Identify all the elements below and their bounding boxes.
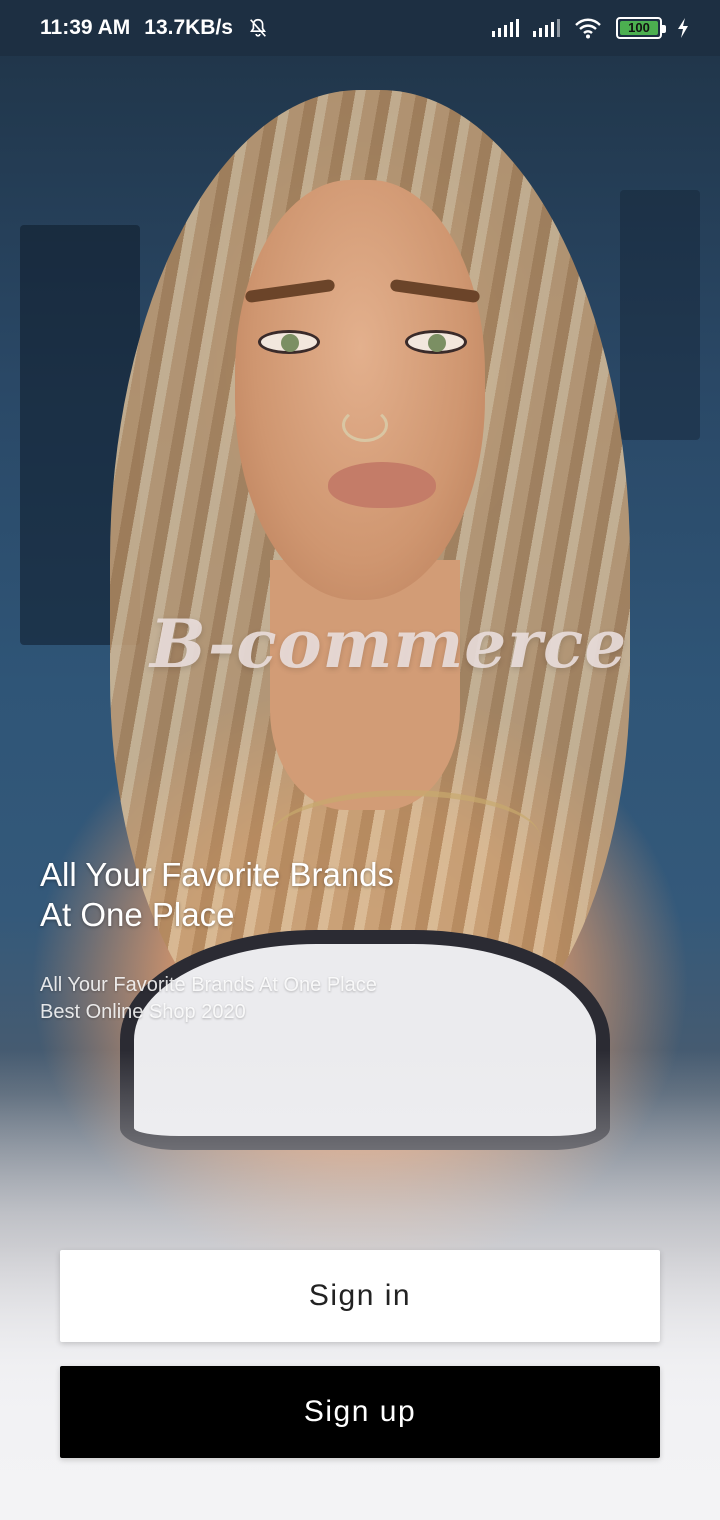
signal-icon [533,19,560,37]
hero-headline: All Your Favorite Brands At One Place [40,855,460,935]
model-lips [328,462,436,508]
background-window [620,190,700,440]
battery-level: 100 [620,21,658,35]
subtitle-line: Best Online Shop 2020 [40,1001,246,1023]
status-network-speed: 13.7KB/s [144,16,233,39]
model-eye [258,330,320,354]
signal-icon [492,19,519,37]
wifi-icon [575,18,601,39]
model-face [235,180,485,600]
model-nose-ring [342,408,388,442]
model-eye [405,330,467,354]
brand-logo: B-commerce [150,605,628,683]
status-left: 11:39 AM 13.7KB/s [40,16,269,40]
hero-subtitle: All Your Favorite Brands At One Place Be… [40,972,480,1026]
headline-line: All Your Favorite Brands [40,856,395,893]
status-bar: 11:39 AM 13.7KB/s 100 [0,0,720,56]
sign-up-button[interactable]: Sign up [60,1366,660,1458]
status-time: 11:39 AM [40,16,131,39]
status-right: 100 [492,17,690,39]
sign-in-button[interactable]: Sign in [60,1250,660,1342]
charging-bolt-icon [678,18,688,38]
subtitle-line: All Your Favorite Brands At One Place [40,974,377,996]
battery-icon: 100 [616,17,666,39]
headline-line: At One Place [40,896,235,933]
bell-off-icon [250,18,266,37]
